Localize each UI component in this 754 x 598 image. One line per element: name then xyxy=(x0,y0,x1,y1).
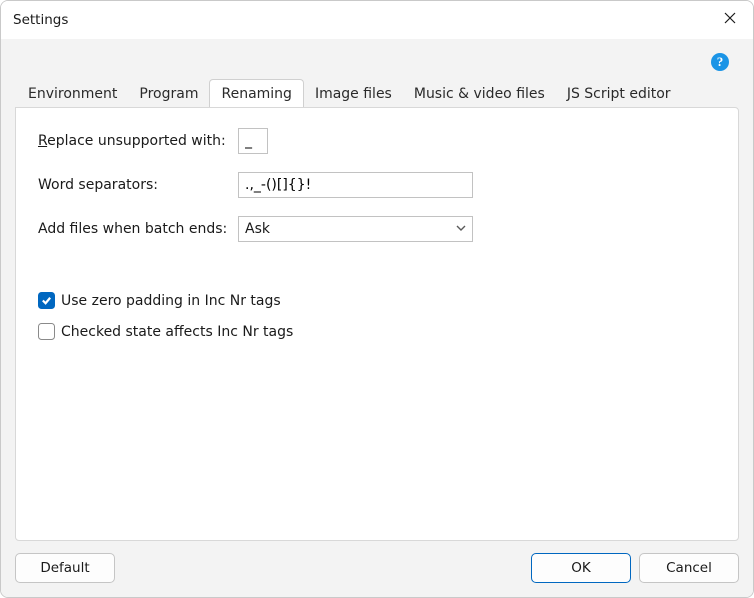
tab-panel-renaming: Replace unsupported with: Word separator… xyxy=(15,107,739,541)
checkbox-icon-checked xyxy=(38,292,55,309)
tab-renaming[interactable]: Renaming xyxy=(209,79,303,108)
label-word-separators: Word separators: xyxy=(38,177,238,193)
chevron-down-icon xyxy=(456,221,466,237)
checkbox-zero-padding-label: Use zero padding in Inc Nr tags xyxy=(61,293,281,309)
tab-area: Environment Program Renaming Image files… xyxy=(15,75,739,541)
checkbox-checked-state-label: Checked state affects Inc Nr tags xyxy=(61,324,293,340)
label-add-files-batch-ends: Add files when batch ends: xyxy=(38,221,238,237)
checkbox-icon-unchecked xyxy=(38,323,55,340)
replace-unsupported-input[interactable] xyxy=(238,128,268,154)
row-separators: Word separators: xyxy=(32,172,722,198)
word-separators-input[interactable] xyxy=(238,172,473,198)
tab-image-files[interactable]: Image files xyxy=(304,80,403,108)
tab-program[interactable]: Program xyxy=(128,80,209,108)
help-row: ? xyxy=(15,51,739,73)
label-replace-unsupported: Replace unsupported with: xyxy=(38,133,238,149)
tab-environment[interactable]: Environment xyxy=(17,80,128,108)
window-title: Settings xyxy=(13,12,68,28)
batch-ends-value: Ask xyxy=(245,221,456,237)
tabstrip: Environment Program Renaming Image files… xyxy=(15,75,739,107)
tab-js-script-editor[interactable]: JS Script editor xyxy=(556,80,682,108)
help-icon[interactable]: ? xyxy=(711,53,729,71)
cancel-button[interactable]: Cancel xyxy=(639,553,739,583)
row-batch-ends: Add files when batch ends: Ask xyxy=(32,216,722,242)
checkbox-checked-state[interactable]: Checked state affects Inc Nr tags xyxy=(32,323,722,340)
titlebar: Settings xyxy=(1,1,753,39)
tab-music-video-files[interactable]: Music & video files xyxy=(403,80,556,108)
checkbox-zero-padding[interactable]: Use zero padding in Inc Nr tags xyxy=(32,292,722,309)
settings-window: Settings ? Environment Program Renaming … xyxy=(0,0,754,598)
client-area: ? Environment Program Renaming Image fil… xyxy=(1,39,753,597)
ok-button[interactable]: OK xyxy=(531,553,631,583)
close-button[interactable] xyxy=(707,1,753,39)
row-replace: Replace unsupported with: xyxy=(32,128,722,154)
default-button[interactable]: Default xyxy=(15,553,115,583)
close-icon xyxy=(724,12,736,28)
button-row: Default OK Cancel xyxy=(15,553,739,583)
batch-ends-select[interactable]: Ask xyxy=(238,216,473,242)
